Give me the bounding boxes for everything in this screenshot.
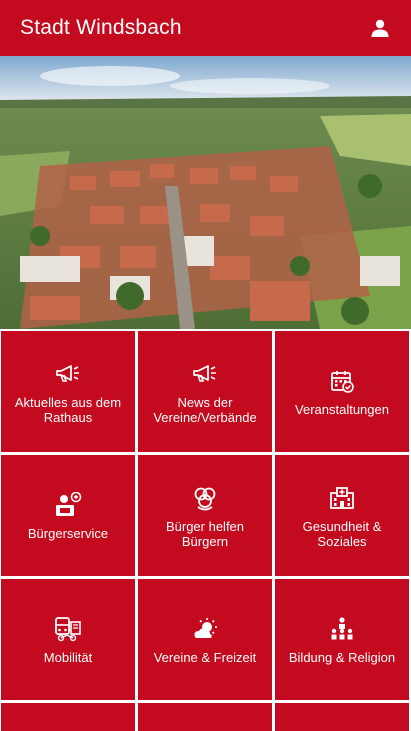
tile-gesundheit-soziales[interactable]: Gesundheit & Soziales	[275, 455, 409, 576]
user-icon[interactable]	[367, 15, 393, 41]
tile-label: Veranstaltungen	[295, 402, 389, 417]
education-icon	[327, 614, 357, 644]
aerial-town-photo	[0, 56, 411, 329]
app-title: Stadt Windsbach	[20, 16, 182, 39]
tile-label: News der Vereine/Verbände	[153, 394, 257, 425]
tile-buergerservice[interactable]: Bürgerservice	[1, 455, 135, 576]
tile-news-vereine[interactable]: News der Vereine/Verbände	[138, 331, 272, 452]
megaphone-icon	[53, 359, 83, 389]
tile-label: Bürgerservice	[27, 526, 109, 541]
tile-buerger-helfen[interactable]: Bürger helfen Bürgern	[138, 455, 272, 576]
tile-vereine-freizeit[interactable]: Vereine & Freizeit	[138, 579, 272, 700]
tile-partial[interactable]	[1, 703, 135, 731]
tile-partial[interactable]	[275, 703, 409, 731]
citizen-service-icon	[53, 490, 83, 520]
tile-bildung-religion[interactable]: Bildung & Religion	[275, 579, 409, 700]
app-header: Stadt Windsbach	[0, 0, 411, 56]
menu-grid: Aktuelles aus dem Rathaus News der Verei…	[0, 329, 411, 731]
tile-partial[interactable]	[138, 703, 272, 731]
helping-hands-icon	[190, 483, 220, 513]
tile-label: Gesundheit & Soziales	[302, 518, 382, 549]
mobility-icon	[53, 614, 83, 644]
tile-aktuelles-rathaus[interactable]: Aktuelles aus dem Rathaus	[1, 331, 135, 452]
tile-mobilitaet[interactable]: Mobilität	[1, 579, 135, 700]
megaphone-icon	[190, 359, 220, 389]
tile-label: Vereine & Freizeit	[153, 650, 257, 665]
sun-cloud-icon	[190, 614, 220, 644]
calendar-check-icon	[327, 366, 357, 396]
tile-label: Mobilität	[43, 650, 93, 665]
hospital-icon	[327, 483, 357, 513]
tile-label: Aktuelles aus dem Rathaus	[14, 394, 122, 425]
tile-veranstaltungen[interactable]: Veranstaltungen	[275, 331, 409, 452]
tile-label: Bildung & Religion	[288, 650, 396, 665]
tile-label: Bürger helfen Bürgern	[165, 518, 245, 549]
